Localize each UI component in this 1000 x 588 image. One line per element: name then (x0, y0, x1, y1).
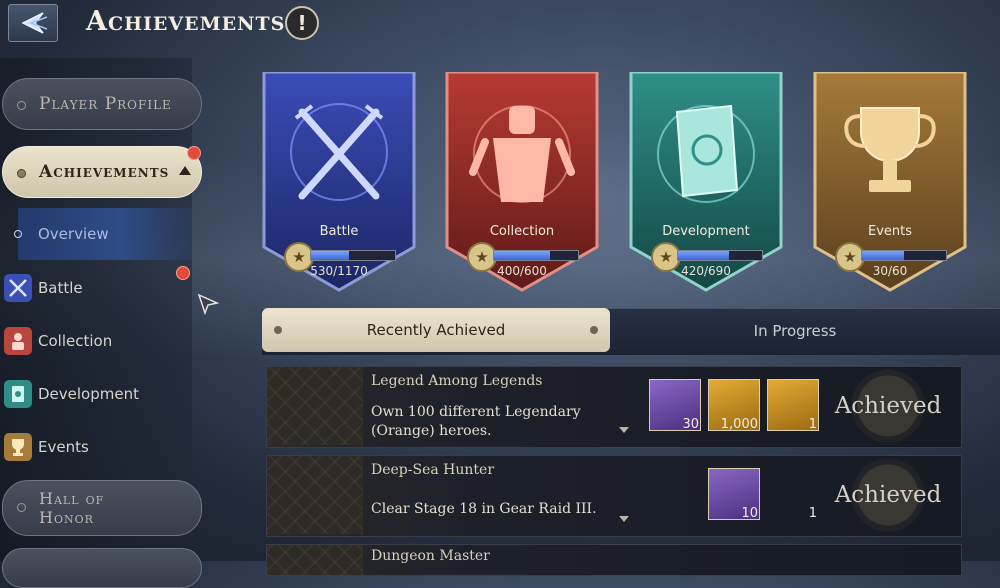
progress-bar (861, 250, 947, 261)
achievement-description: Own 100 different Legendary (Orange) her… (371, 404, 581, 439)
bullet-icon (17, 101, 26, 110)
progress-bar (493, 250, 579, 261)
reward-quantity: 1 (808, 506, 817, 521)
banner-label: Collection (489, 224, 555, 239)
sidebar-item-player-profile[interactable]: Player Profile (2, 78, 202, 130)
achievement-thumbnail (267, 456, 363, 534)
development-icon (4, 380, 32, 408)
achievement-status: Achieved (815, 367, 961, 445)
sidebar-item-label: Hall of Honor (39, 489, 105, 527)
sidebar-item-label: Development (38, 385, 139, 403)
banner-label: Events (867, 224, 912, 239)
sidebar-item-development[interactable]: Development (4, 376, 192, 412)
banner-count: 400/600 (497, 264, 547, 278)
bullet-icon (274, 326, 282, 334)
events-icon (4, 433, 32, 461)
tab-in-progress[interactable]: In Progress (640, 308, 950, 354)
banner-label: Battle (319, 224, 359, 239)
sidebar-item-events[interactable]: Events (4, 429, 192, 465)
achievement-description: Clear Stage 18 in Gear Raid III. (371, 501, 597, 517)
page-title: Achievements (86, 6, 286, 37)
notification-dot (187, 146, 201, 160)
achievement-name: Legend Among Legends (371, 373, 543, 389)
sidebar-item-battle[interactable]: Battle (4, 270, 192, 306)
sidebar-item-next[interactable] (2, 548, 202, 588)
achievement-status: Achieved (815, 456, 961, 534)
banner-battle[interactable]: Battle ★ 530/1170 (260, 72, 418, 294)
sidebar-item-label: Collection (38, 332, 113, 350)
sidebar-subitem-overview[interactable]: Overview (14, 208, 192, 260)
back-button[interactable] (8, 4, 58, 42)
notification-dot (176, 266, 190, 280)
reward-quantity: 10 (741, 506, 758, 521)
tab-recently-achieved[interactable]: Recently Achieved (262, 308, 610, 352)
banner-events[interactable]: Events ★ 30/60 (811, 72, 969, 294)
sidebar-item-label: Battle (38, 279, 83, 297)
chevron-down-icon[interactable] (619, 516, 629, 522)
progress-fill (678, 251, 730, 260)
sidebar-item-achievements[interactable]: Achievements (2, 146, 202, 198)
back-arrow-icon (21, 12, 48, 34)
chevron-down-icon[interactable] (619, 427, 629, 433)
banner-collection[interactable]: Collection ★ 400/600 (443, 72, 601, 294)
progress-bar (677, 250, 763, 261)
progress-fill (311, 251, 349, 260)
banner-count: 30/60 (872, 264, 908, 278)
progress-fill (494, 251, 551, 260)
achievement-thumbnail (267, 367, 363, 445)
achievement-name: Deep-Sea Hunter (371, 462, 495, 478)
reward-quantity: 30 (682, 417, 699, 432)
sidebar-item-collection[interactable]: Collection (4, 323, 192, 359)
achievement-row[interactable]: Dungeon Master (266, 544, 962, 576)
sidebar-item-label: Achievements (39, 162, 170, 182)
bullet-icon (17, 169, 26, 178)
achievement-name: Dungeon Master (371, 548, 490, 564)
achievement-row[interactable]: Deep-Sea Hunter Clear Stage 18 in Gear R… (266, 455, 962, 537)
sidebar-item-label: Player Profile (39, 94, 172, 114)
sidebar-item-hall-of-honor[interactable]: Hall of Honor (2, 480, 202, 536)
reward-quantity: 1 (808, 417, 817, 432)
info-icon[interactable]: ! (285, 6, 319, 40)
progress-fill (862, 251, 904, 260)
cursor-icon (197, 293, 220, 315)
battle-icon (4, 274, 32, 302)
banner-label: Development (662, 224, 750, 239)
bullet-icon (17, 503, 26, 512)
banner-count: 420/690 (681, 264, 731, 278)
reward-quantity: 1,000 (720, 417, 758, 432)
collection-icon (4, 327, 32, 355)
banner-development[interactable]: Development ★ 420/690 (627, 72, 785, 294)
tab-label: Recently Achieved (366, 321, 506, 339)
caret-up-icon (179, 166, 191, 175)
achievement-thumbnail (267, 545, 363, 575)
achievement-row[interactable]: Legend Among Legends Own 100 different L… (266, 366, 962, 448)
tab-label: In Progress (753, 322, 837, 340)
banner-count: 530/1170 (310, 264, 368, 278)
sidebar-subitem-label: Overview (38, 225, 109, 243)
bullet-icon (14, 230, 22, 238)
progress-bar (310, 250, 396, 261)
bullet-icon (590, 326, 598, 334)
sidebar-item-label: Events (38, 438, 89, 456)
